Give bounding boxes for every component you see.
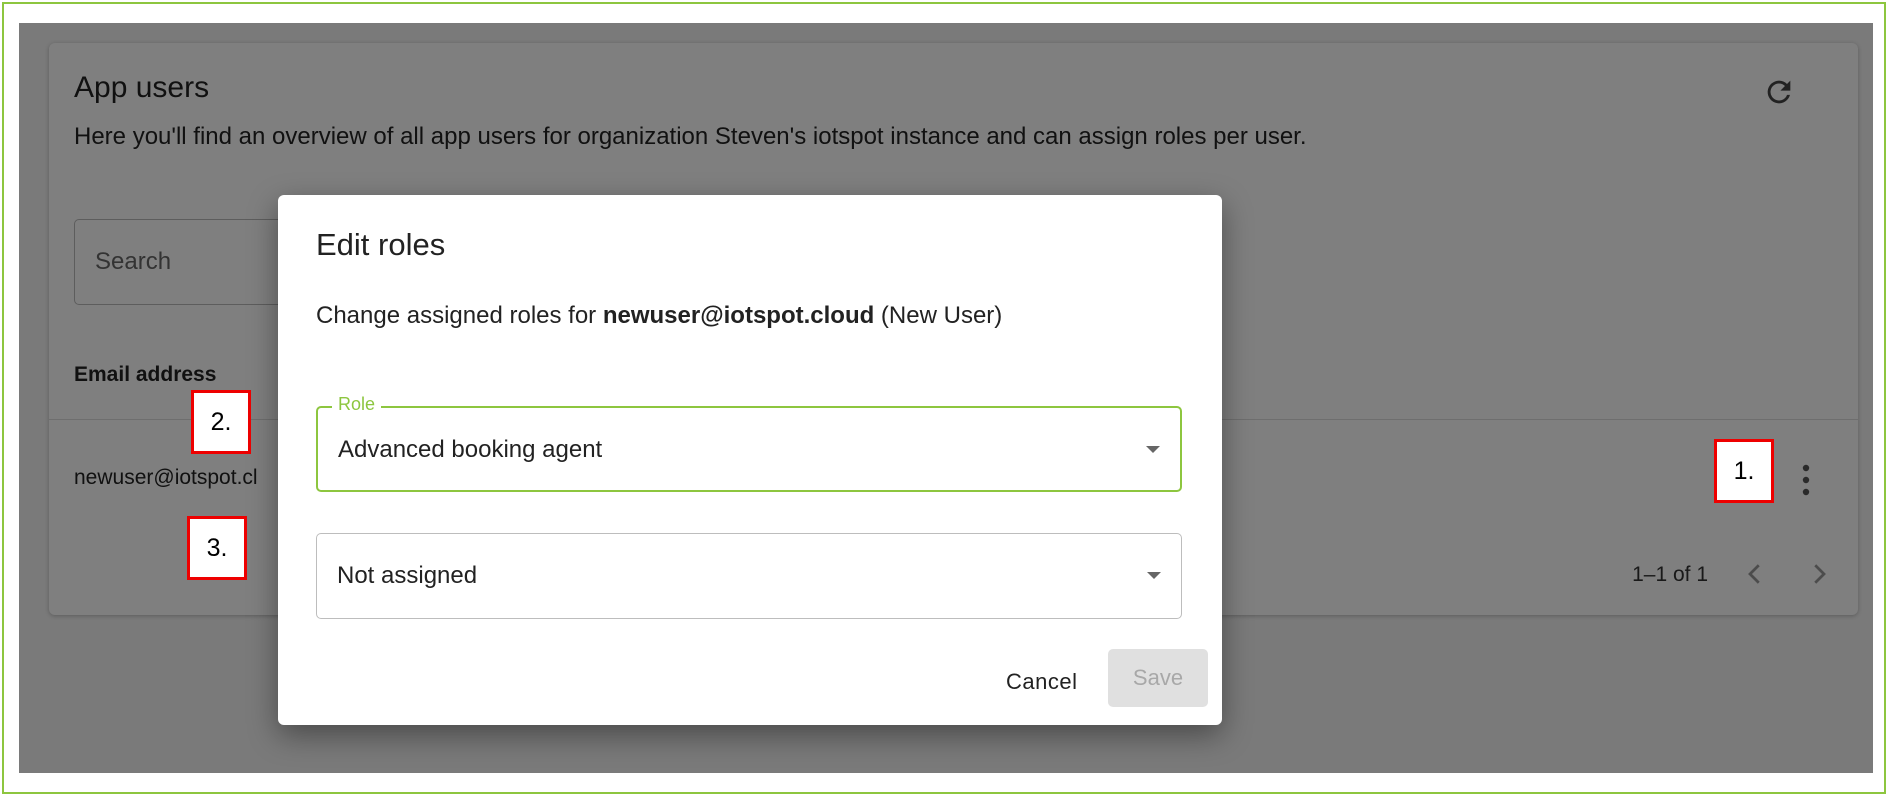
callout-2: 2. [191, 390, 251, 454]
app-canvas: App users Here you'll find an overview o… [19, 23, 1873, 773]
second-role-select[interactable]: Not assigned [316, 533, 1182, 619]
second-role-select-value: Not assigned [337, 562, 478, 589]
dialog-description: Change assigned roles for newuser@iotspo… [316, 302, 1002, 330]
dialog-text-prefix: Change assigned roles for [316, 302, 603, 329]
role-select[interactable]: Role Advanced booking agent [316, 394, 1182, 492]
dialog-user-name: (New User) [874, 302, 1003, 329]
edit-roles-dialog: Edit roles Change assigned roles for new… [278, 195, 1222, 725]
callout-1: 1. [1714, 439, 1774, 503]
dialog-title: Edit roles [316, 227, 446, 262]
role-select-value: Advanced booking agent [338, 436, 603, 463]
callout-3: 3. [187, 516, 247, 580]
cancel-button[interactable]: Cancel [998, 657, 1085, 707]
save-button[interactable]: Save [1108, 649, 1208, 707]
caret-down-icon [1147, 572, 1161, 579]
dialog-user-email: newuser@iotspot.cloud [602, 302, 875, 329]
caret-down-icon [1146, 446, 1160, 453]
